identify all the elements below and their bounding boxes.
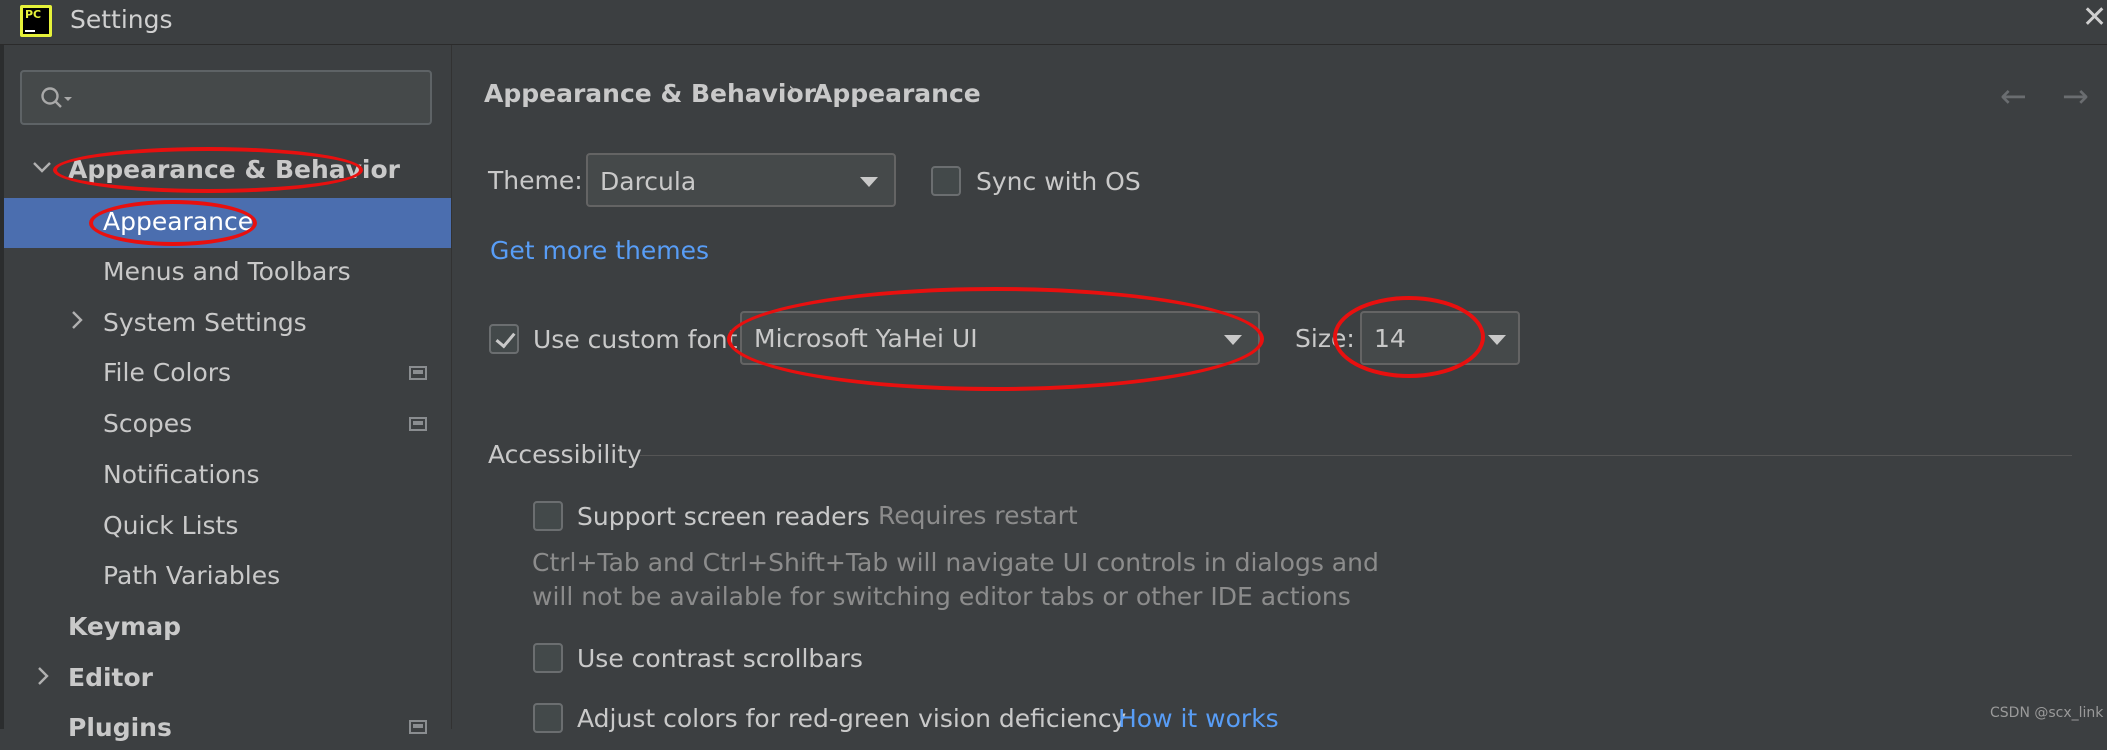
sidebar-item-appearance-behavior[interactable]: Appearance & Behavior	[68, 148, 400, 192]
sidebar-item-plugins[interactable]: Plugins	[68, 706, 172, 750]
sidebar-item-path-variables[interactable]: Path Variables	[103, 554, 280, 598]
use-custom-font-checkbox[interactable]	[489, 324, 519, 354]
theme-dropdown[interactable]: Darcula	[586, 153, 896, 207]
sync-with-os-checkbox[interactable]	[931, 166, 961, 196]
screen-reader-note-line2: will not be available for switching edit…	[532, 582, 1351, 611]
breadcrumb-separator: ›	[788, 78, 797, 103]
forward-arrow-icon[interactable]: →	[2062, 77, 2089, 115]
sidebar-item-system-settings[interactable]: System Settings	[103, 301, 307, 345]
title-bar	[0, 0, 2107, 45]
support-screen-readers-label[interactable]: Support screen readers	[577, 502, 870, 531]
font-value: Microsoft YaHei UI	[754, 324, 978, 353]
window-title: Settings	[70, 5, 173, 34]
breadcrumb-current: Appearance	[813, 79, 981, 108]
watermark-text: CSDN @scx_link	[1990, 705, 2104, 721]
chevron-right-icon[interactable]	[70, 310, 84, 336]
pycharm-logo-icon: PC	[20, 5, 52, 37]
chevron-right-icon[interactable]	[36, 666, 50, 692]
requires-restart-hint: Requires restart	[878, 501, 1078, 530]
project-level-icon	[409, 720, 427, 734]
search-input[interactable]	[20, 70, 432, 125]
sidebar-item-scopes[interactable]: Scopes	[103, 402, 192, 446]
screen-reader-note-line1: Ctrl+Tab and Ctrl+Shift+Tab will navigat…	[532, 548, 1379, 577]
settings-content	[452, 45, 2107, 729]
theme-value: Darcula	[600, 167, 697, 196]
sidebar-edge	[0, 45, 4, 729]
support-screen-readers-checkbox[interactable]	[533, 501, 563, 531]
get-more-themes-link[interactable]: Get more themes	[490, 236, 709, 265]
size-value[interactable]: 14	[1374, 324, 1406, 353]
chevron-down-icon[interactable]	[1488, 335, 1506, 345]
font-family-dropdown[interactable]: Microsoft YaHei UI	[740, 311, 1260, 365]
theme-label: Theme:	[488, 166, 583, 195]
sidebar-item-appearance[interactable]: Appearance	[103, 200, 253, 244]
sidebar-item-notifications[interactable]: Notifications	[103, 453, 259, 497]
accessibility-heading: Accessibility	[488, 440, 642, 469]
chevron-down-icon[interactable]	[32, 155, 52, 180]
breadcrumb-parent[interactable]: Appearance & Behavior	[484, 79, 816, 108]
sidebar-item-editor[interactable]: Editor	[68, 656, 153, 700]
chevron-down-icon	[1224, 335, 1242, 345]
chevron-down-icon	[860, 177, 878, 187]
use-contrast-scrollbars-checkbox[interactable]	[533, 643, 563, 673]
use-custom-font-label[interactable]: Use custom font:	[533, 325, 746, 354]
use-contrast-scrollbars-label[interactable]: Use contrast scrollbars	[577, 644, 863, 673]
project-level-icon	[409, 417, 427, 431]
back-arrow-icon[interactable]: ←	[2000, 77, 2027, 115]
project-level-icon	[409, 366, 427, 380]
sidebar-item-keymap[interactable]: Keymap	[68, 605, 181, 649]
sync-with-os-label[interactable]: Sync with OS	[976, 167, 1141, 196]
size-label: Size:	[1295, 324, 1355, 353]
sidebar-item-menus-toolbars[interactable]: Menus and Toolbars	[103, 250, 351, 294]
search-icon	[41, 87, 72, 108]
close-icon[interactable]: ✕	[2082, 0, 2107, 35]
font-size-combo[interactable]: 14	[1360, 311, 1520, 365]
sidebar-item-file-colors[interactable]: File Colors	[103, 351, 231, 395]
sidebar-item-quick-lists[interactable]: Quick Lists	[103, 504, 238, 548]
section-separator	[640, 455, 2072, 456]
